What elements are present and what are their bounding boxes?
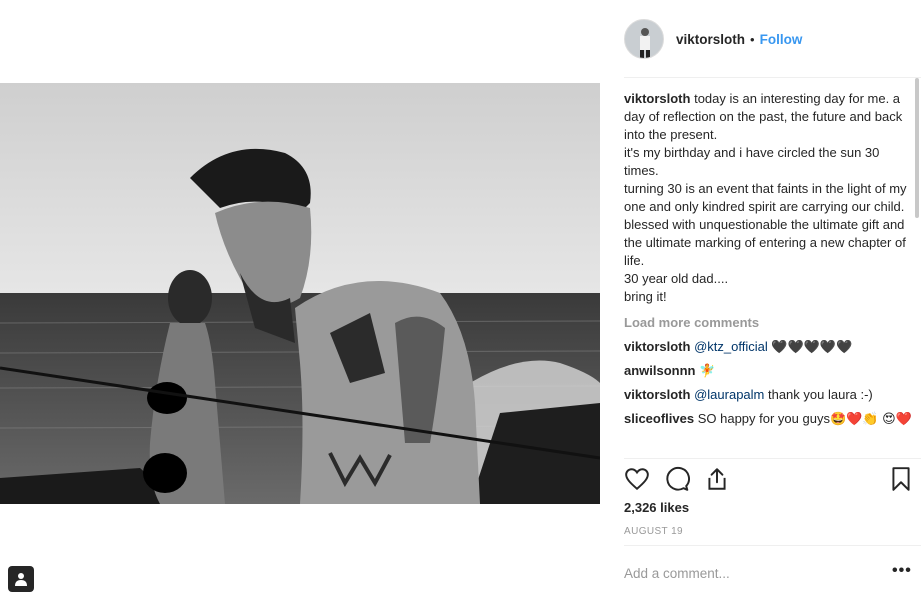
caption-text: today is an interesting day for me. a da… — [624, 91, 907, 304]
comment-item: viktorsloth @laurapalm thank you laura :… — [624, 386, 912, 404]
comment-item: viktorsloth @ktz_official 🖤🖤🖤🖤🖤 — [624, 338, 912, 356]
comment-mention[interactable]: @ktz_official — [694, 339, 768, 354]
follow-button[interactable]: Follow — [760, 32, 803, 47]
comment-username[interactable]: sliceoflives — [624, 411, 694, 426]
comment-username[interactable]: viktorsloth — [624, 387, 690, 402]
separator-dot: • — [750, 31, 755, 47]
photo-image — [0, 83, 600, 504]
comment-text: 🧚 — [695, 363, 716, 378]
comment-mention[interactable]: @laurapalm — [694, 387, 764, 402]
post-date[interactable]: AUGUST 19 — [624, 526, 683, 537]
actions-divider — [624, 458, 921, 459]
comment-username[interactable]: viktorsloth — [624, 339, 690, 354]
share-icon[interactable] — [704, 466, 732, 494]
add-comment-input[interactable] — [624, 560, 874, 586]
user-tag-icon[interactable] — [8, 566, 34, 592]
comment-text: thank you laura :-) — [764, 387, 873, 402]
comment-item: sliceoflives SO happy for you guys🤩❤️👏 😍… — [624, 410, 912, 428]
heart-icon[interactable] — [624, 466, 652, 494]
comment-icon[interactable] — [664, 466, 692, 494]
more-options-icon[interactable]: ••• — [892, 562, 912, 580]
comment-text: SO happy for you guys🤩❤️👏 😍❤️ — [694, 411, 912, 426]
caption-username[interactable]: viktorsloth — [624, 91, 690, 106]
header-divider — [624, 77, 921, 78]
post-header: viktorsloth • Follow — [624, 18, 921, 60]
comments-scrollbar[interactable] — [915, 78, 919, 218]
likes-count[interactable]: 2,326 likes — [624, 500, 689, 515]
bookmark-icon[interactable] — [888, 466, 916, 494]
avatar[interactable] — [624, 19, 664, 59]
comment-username[interactable]: anwilsonnn — [624, 363, 696, 378]
load-more-comments-button[interactable]: Load more comments — [624, 314, 912, 332]
avatar-image — [625, 20, 663, 58]
comment-item: anwilsonnn 🧚 — [624, 362, 912, 380]
comment-text: 🖤🖤🖤🖤🖤 — [767, 339, 853, 354]
post-sidebar: viktorsloth • Follow viktorsloth today i… — [612, 0, 921, 600]
comments-list[interactable]: viktorsloth today is an interesting day … — [624, 90, 912, 460]
action-bar — [624, 466, 914, 494]
post-username[interactable]: viktorsloth — [676, 32, 745, 47]
caption: viktorsloth today is an interesting day … — [624, 90, 912, 306]
comment-divider — [624, 545, 921, 546]
post-photo[interactable] — [0, 83, 600, 504]
